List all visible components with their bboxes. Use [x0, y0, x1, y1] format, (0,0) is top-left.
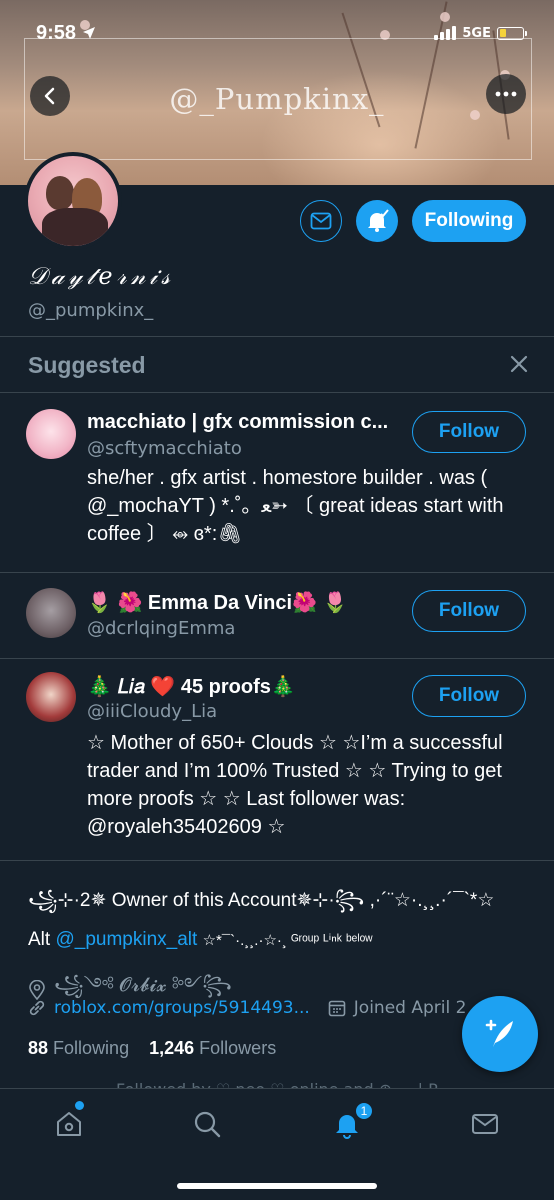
tab-home[interactable]	[52, 1107, 86, 1141]
profile-handle: @_pumpkinx_	[28, 300, 154, 321]
bio-alt-suffix: ☆*¯`·.¸¸.·☆·¸ ᴳʳᵒᵘᵖ ᴸⁱⁿᵏ ᵇᵉˡᵒʷ	[202, 932, 373, 949]
tab-messages[interactable]	[468, 1107, 502, 1141]
suggested-user-avatar[interactable]	[26, 409, 76, 459]
battery-icon	[497, 26, 527, 40]
back-button[interactable]	[30, 76, 70, 116]
link-icon	[29, 1000, 45, 1016]
network-type: 5GE	[462, 25, 491, 41]
suggested-user-bio: she/her . gfx artist . homestore builder…	[87, 467, 504, 545]
tab-search[interactable]	[190, 1107, 224, 1141]
message-button[interactable]	[300, 200, 342, 242]
suggested-user-card[interactable]: 🌷 🌺 Emma Da Vinci🌺 🌷 @dcrlqingEmma Follo…	[0, 572, 554, 658]
display-name: 𝒟𝒶𝓎𝓉𝑒𝓇𝓃𝒾𝓈	[28, 262, 174, 290]
banner-title: @_Pumpkinx_	[169, 82, 385, 116]
suggested-user-bio: ☆ Mother of 650+ Clouds ☆ ☆I’m a success…	[87, 732, 503, 838]
follow-button[interactable]: Follow	[412, 411, 526, 453]
more-icon	[495, 91, 517, 97]
suggested-user-name: 🌷 🌺 Emma Da Vinci🌺 🌷	[87, 592, 348, 614]
follow-button[interactable]: Follow	[412, 590, 526, 632]
bio-alt-prefix: Alt	[28, 929, 51, 950]
suggested-user-card[interactable]: 🎄 𝐿𝑖𝑎 ❤️ 45 proofs🎄 @iiiCloudy_Lia ☆ Mot…	[0, 658, 554, 858]
back-icon	[44, 87, 55, 105]
mail-icon	[310, 212, 332, 230]
status-bar: 9:58 5GE	[36, 20, 527, 46]
signal-icon	[434, 26, 457, 40]
close-icon[interactable]	[508, 353, 530, 375]
profile-avatar[interactable]	[24, 152, 122, 250]
divider	[0, 336, 554, 337]
calendar-icon	[328, 1000, 346, 1017]
bell-check-icon	[368, 209, 389, 232]
compose-button[interactable]	[462, 996, 538, 1072]
suggested-user-avatar[interactable]	[26, 588, 76, 638]
status-time: 9:58	[36, 21, 77, 44]
suggested-user-username: @iiiCloudy_Lia	[87, 701, 218, 722]
following-count-link[interactable]: 88 Following	[28, 1038, 129, 1058]
messages-icon	[472, 1114, 498, 1134]
suggested-user-name: macchiato | gfx commission c...	[87, 411, 389, 433]
suggested-user-avatar[interactable]	[26, 672, 76, 722]
followers-count-link[interactable]: 1,246 Followers	[149, 1038, 276, 1058]
more-button[interactable]	[486, 74, 526, 114]
followers-label: Followers	[199, 1038, 277, 1058]
follow-counts: 88 Following 1,246 Followers	[28, 1038, 276, 1059]
suggested-user-username: @dcrlqingEmma	[87, 618, 236, 639]
home-icon	[57, 1112, 81, 1136]
search-icon	[194, 1111, 221, 1138]
home-indicator	[177, 1183, 377, 1189]
status-time-group: 9:58	[36, 22, 96, 45]
location-arrow-icon	[83, 27, 96, 39]
location-icon	[29, 980, 45, 1000]
suggested-title: Suggested	[28, 352, 146, 378]
notifications-badge: 1	[354, 1101, 374, 1121]
following-button[interactable]: Following	[412, 200, 526, 242]
joined-date: Joined April 2	[353, 998, 467, 1018]
notifications-toggle-button[interactable]	[356, 200, 398, 242]
suggested-user-card[interactable]: macchiato | gfx commission c... @scftyma…	[0, 392, 554, 572]
following-count: 88	[28, 1038, 49, 1058]
home-new-dot	[75, 1101, 84, 1110]
divider	[0, 860, 554, 861]
website-link[interactable]: roblox.com/groups/5914493...	[54, 998, 310, 1018]
compose-icon	[485, 1019, 513, 1047]
status-right: 5GE	[434, 25, 527, 41]
profile-meta: roblox.com/groups/5914493... Joined Apri…	[28, 998, 466, 1018]
following-label: Following	[53, 1038, 130, 1058]
bio-alt-handle-link[interactable]: @_pumpkinx_alt	[55, 929, 197, 950]
suggested-user-username: @scftymacchiato	[87, 438, 242, 459]
follow-button[interactable]: Follow	[412, 675, 526, 717]
profile-bio-line: ꧁⊹·2✵ Owner of this Account✵⊹·꧂ ,·´¨☆·.¸…	[28, 890, 495, 911]
profile-bio-alt: Alt @_pumpkinx_alt ☆*¯`·.¸¸.·☆·¸ ᴳʳᵒᵘᵖ ᴸ…	[28, 929, 372, 951]
suggested-user-name: 🎄 𝐿𝑖𝑎 ❤️ 45 proofs🎄	[87, 676, 296, 698]
followers-count: 1,246	[149, 1038, 195, 1058]
